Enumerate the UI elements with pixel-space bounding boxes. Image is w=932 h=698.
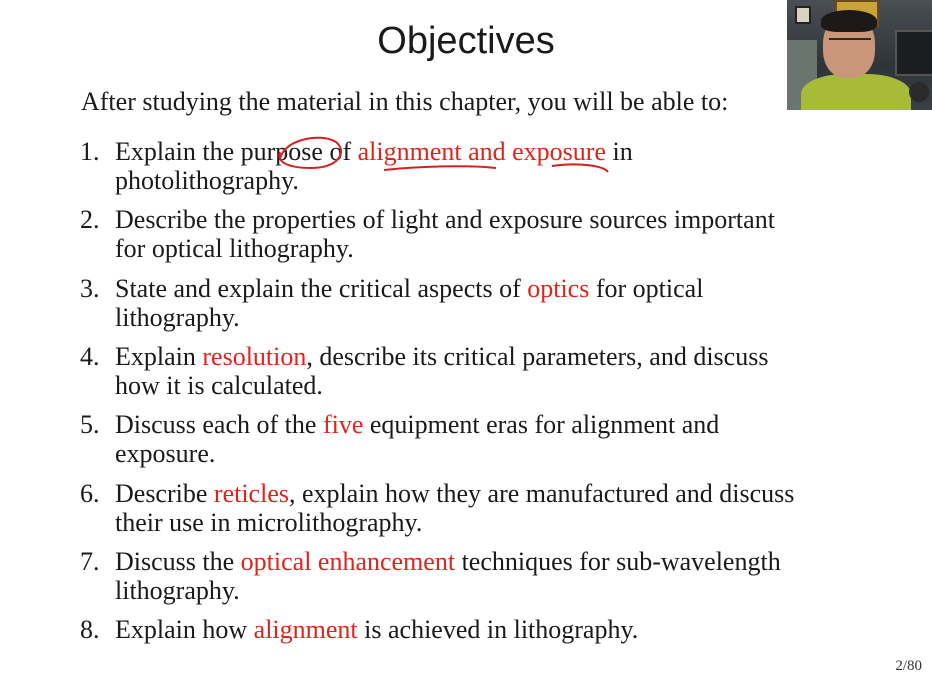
objective-line1: Describe reticles, explain how they are … <box>115 479 875 508</box>
objective-text-segment: for optical lithography. <box>115 234 354 264</box>
microphone-icon <box>909 82 929 102</box>
objective-line2: for optical lithography. <box>115 234 875 263</box>
highlighted-term: optical enhancement <box>240 546 456 576</box>
objective-line2: lithography. <box>115 576 875 605</box>
objective-line2: lithography. <box>115 303 875 332</box>
objective-line2: how it is calculated. <box>115 371 875 400</box>
objective-text-segment: their use in microlithography. <box>115 507 423 537</box>
presenter-hair <box>821 10 877 32</box>
objective-text-segment: how it is calculated. <box>115 370 323 400</box>
objective-text-segment: lithography. <box>115 302 240 332</box>
objective-line1: Discuss the optical enhancement techniqu… <box>115 547 875 576</box>
objective-number: 3. <box>80 273 100 303</box>
objective-text: Explain the purpose of alignment and exp… <box>115 137 875 195</box>
objective-text-segment: for optical <box>589 273 704 303</box>
objective-text: Explain resolution, describe its critica… <box>115 342 875 400</box>
objective-text: Explain how alignment is achieved in lit… <box>115 615 875 644</box>
webcam-picture-frame <box>795 6 811 24</box>
highlighted-term: optics <box>527 273 590 303</box>
webcam-overlay <box>787 0 932 110</box>
objective-number: 4. <box>80 341 100 371</box>
objective-line1: Describe the properties of light and exp… <box>115 205 875 234</box>
objective-number: 6. <box>80 478 100 508</box>
highlighted-term: alignment <box>253 615 358 645</box>
objective-line1: Explain the purpose of alignment and exp… <box>115 137 875 166</box>
objective-text-segment: Describe the properties of light and exp… <box>115 205 775 235</box>
objective-text: State and explain the critical aspects o… <box>115 274 875 332</box>
objective-text-segment: is achieved in lithography. <box>357 615 639 645</box>
objective-text-segment: , explain how they are manufactured and … <box>288 478 795 508</box>
objective-text-segment: State and explain the critical aspects o… <box>115 273 528 303</box>
objective-text-segment: in <box>605 137 633 166</box>
objective-text-segment: Explain <box>115 341 203 371</box>
objective-line2: exposure. <box>115 439 875 468</box>
objective-text-segment: Discuss the <box>115 546 241 576</box>
objective-text-segment: exposure. <box>115 439 216 469</box>
highlighted-term: five <box>322 410 364 440</box>
objective-number: 5. <box>80 410 100 440</box>
objective-text-segment: Describe <box>115 478 214 508</box>
objective-number: 7. <box>80 546 100 576</box>
highlighted-term: reticles <box>213 478 289 508</box>
objective-text-segment: Explain the purpose of <box>115 137 358 166</box>
intro-text: After studying the material in this chap… <box>81 87 729 116</box>
page-number: 2/80 <box>895 658 922 674</box>
highlighted-term: alignment and exposure <box>357 137 606 166</box>
objective-number: 8. <box>80 615 100 645</box>
objective-text-segment: techniques for sub-wavelength <box>455 546 781 576</box>
objective-line1: Explain how alignment is achieved in lit… <box>115 615 875 644</box>
objective-line2: photolithography. <box>115 166 875 195</box>
objective-text: Discuss the optical enhancement techniqu… <box>115 547 875 605</box>
objective-text-segment: Explain how <box>115 615 254 645</box>
objective-text-segment: photolithography. <box>115 166 299 195</box>
objective-text-segment: , describe its critical parameters, and … <box>306 341 769 371</box>
slide: Objectives After studying the material i… <box>0 0 932 698</box>
presenter-glasses <box>829 38 871 50</box>
objective-line1: State and explain the critical aspects o… <box>115 274 875 303</box>
objective-number: 2. <box>80 205 100 235</box>
objective-text: Describe reticles, explain how they are … <box>115 479 875 537</box>
objective-number: 1. <box>80 137 100 166</box>
objective-text-segment: equipment eras for alignment and <box>363 410 720 440</box>
objective-line1: Explain resolution, describe its critica… <box>115 342 875 371</box>
highlighted-term: resolution <box>202 341 307 371</box>
objective-text: Describe the properties of light and exp… <box>115 205 875 263</box>
objective-text-segment: lithography. <box>115 575 240 605</box>
objective-text-segment: Discuss each of the <box>115 410 323 440</box>
presenter-shirt <box>801 74 911 110</box>
webcam-monitor <box>895 30 932 76</box>
objective-line1: Discuss each of the five equipment eras … <box>115 410 875 439</box>
objective-text: Discuss each of the five equipment eras … <box>115 410 875 468</box>
objective-line2: their use in microlithography. <box>115 508 875 537</box>
